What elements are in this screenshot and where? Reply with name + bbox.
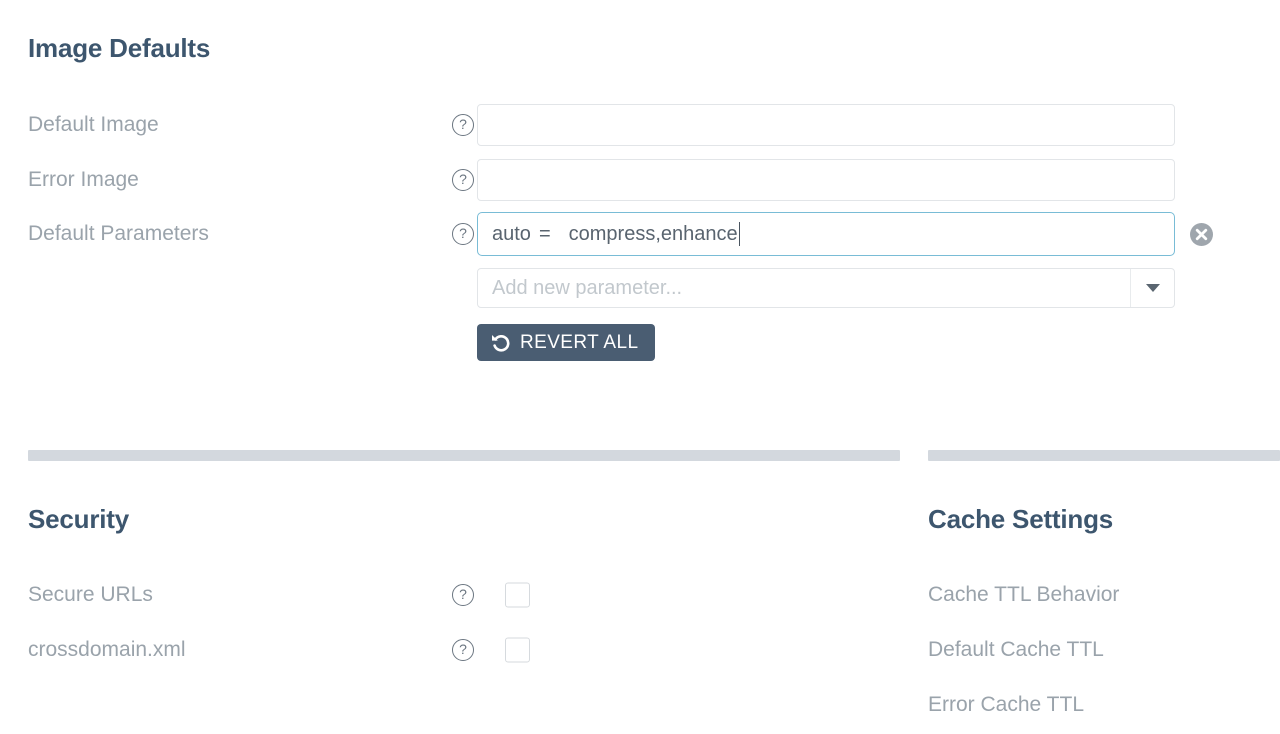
section-title-image-defaults: Image Defaults — [28, 33, 211, 63]
label-crossdomain-xml: crossdomain.xml — [28, 638, 186, 661]
row-error-image: Error Image ? — [28, 159, 1178, 201]
label-cache-ttl-behavior: Cache TTL Behavior — [928, 583, 1120, 606]
row-secure-urls: Secure URLs ? — [28, 578, 530, 612]
row-default-image: Default Image ? — [28, 104, 1178, 146]
parameter-key: auto — [492, 222, 531, 245]
add-parameter-dropdown[interactable]: Add new parameter... — [477, 268, 1175, 308]
checkbox-secure-urls[interactable] — [505, 582, 530, 608]
help-icon-secure-urls[interactable]: ? — [452, 584, 474, 606]
divider-right-column — [928, 450, 1280, 461]
label-secure-urls: Secure URLs — [28, 583, 153, 606]
row-crossdomain-xml: crossdomain.xml ? — [28, 633, 530, 667]
row-error-cache-ttl: Error Cache TTL — [928, 688, 1278, 722]
revert-all-label: REVERT ALL — [520, 331, 639, 353]
help-icon-error-image[interactable]: ? — [452, 169, 474, 191]
settings-page: Image Defaults Default Image ? Error Ima… — [0, 0, 1280, 734]
row-default-cache-ttl: Default Cache TTL — [928, 633, 1278, 667]
help-icon-default-image[interactable]: ? — [452, 114, 474, 136]
section-title-security: Security — [28, 504, 130, 534]
label-default-image: Default Image — [28, 113, 159, 136]
help-icon-default-parameters[interactable]: ? — [452, 223, 474, 245]
chevron-down-icon[interactable] — [1130, 269, 1174, 307]
label-error-cache-ttl: Error Cache TTL — [928, 693, 1084, 716]
help-icon-crossdomain-xml[interactable]: ? — [452, 639, 474, 661]
checkbox-crossdomain-xml[interactable] — [505, 637, 530, 663]
divider-left-column — [28, 450, 900, 461]
row-cache-ttl-behavior: Cache TTL Behavior — [928, 578, 1278, 612]
circle-x-icon[interactable] — [1189, 222, 1214, 247]
parameter-value[interactable]: compress,enhance — [569, 223, 738, 246]
label-error-image: Error Image — [28, 168, 139, 191]
row-default-parameters: Default Parameters ? — [28, 217, 474, 251]
label-default-cache-ttl: Default Cache TTL — [928, 638, 1104, 661]
add-parameter-placeholder: Add new parameter... — [492, 276, 683, 299]
parameter-equals-sign: = — [538, 222, 551, 245]
input-error-image[interactable] — [477, 159, 1175, 201]
section-title-cache-settings: Cache Settings — [928, 504, 1114, 534]
input-default-image[interactable] — [477, 104, 1175, 146]
text-cursor — [738, 222, 741, 246]
label-default-parameters: Default Parameters — [28, 222, 209, 245]
parameter-field-auto[interactable]: auto = compress,enhance — [477, 212, 1175, 256]
undo-arrow-icon — [490, 333, 511, 352]
revert-all-button[interactable]: REVERT ALL — [477, 324, 656, 361]
